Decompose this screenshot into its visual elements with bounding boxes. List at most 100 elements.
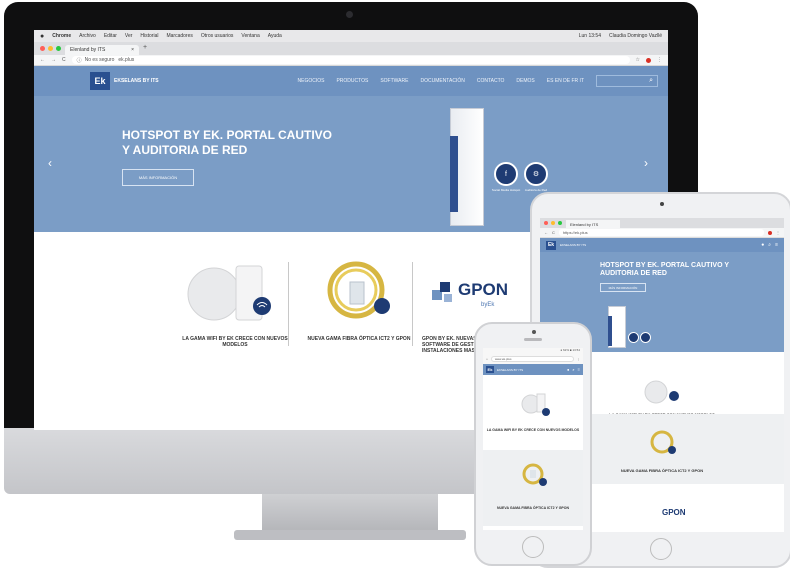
new-tab-icon[interactable]: + xyxy=(143,44,147,55)
address-bar[interactable]: www.ek.plus xyxy=(490,356,574,362)
site-brand[interactable]: EKSELANS BY ITS xyxy=(560,243,586,247)
url-text: ek.plus xyxy=(118,57,135,63)
home-button[interactable] xyxy=(650,538,672,560)
product-caption[interactable]: LA GAMA WIFI BY EK CRECE CON NUEVOS MODE… xyxy=(483,428,583,432)
profile-icon[interactable] xyxy=(768,230,772,235)
camera-icon xyxy=(532,330,536,334)
window-controls xyxy=(544,218,562,228)
next-slide-button[interactable]: › xyxy=(644,156,648,170)
nav-negocios[interactable]: NEGOCIOS xyxy=(298,78,325,84)
mockup-stage: ● Chrome Archivo Editar Ver Historial Ma… xyxy=(0,0,790,568)
hamburger-menu-icon[interactable]: ≡ xyxy=(775,242,778,248)
menu-item[interactable]: Ver xyxy=(125,33,133,39)
more-info-button[interactable]: MÁS INFORMACIÓN xyxy=(600,283,646,292)
product-caption[interactable]: NUEVA GAMA FIBRA ÓPTICA ICT2 Y GPON xyxy=(483,506,583,510)
zoom-window-button[interactable] xyxy=(558,221,562,225)
nav-software[interactable]: SOFTWARE xyxy=(380,78,408,84)
menu-icon[interactable]: ⋮ xyxy=(776,230,780,235)
minimize-window-button[interactable] xyxy=(551,221,555,225)
reload-icon[interactable]: C xyxy=(62,57,66,63)
iphone: ● 62% ■ 13:54 ⌂ www.ek.plus ⋮ Ek EKSELAN… xyxy=(474,322,592,566)
home-button[interactable] xyxy=(522,536,544,558)
back-icon[interactable]: ← xyxy=(40,57,45,63)
close-window-button[interactable] xyxy=(40,46,45,51)
address-toolbar: ← → C ⓘ No es seguro ek.plus ☆ ⋮ xyxy=(34,55,668,66)
user-icon[interactable]: ● xyxy=(567,367,569,372)
menu-item[interactable]: Ayuda xyxy=(268,33,282,39)
site-header: Ek EKSELANS BY ITS ● ⌕ ≡ xyxy=(483,364,583,375)
gpon-sublogo: byEk xyxy=(481,302,495,308)
gpon-logo: GPON xyxy=(458,280,509,299)
profile-icon[interactable] xyxy=(646,57,651,63)
menu-item[interactable]: Ventana xyxy=(241,33,259,39)
nav-documentacion[interactable]: DOCUMENTACIÓN xyxy=(420,78,464,84)
search-icon: ⌕ xyxy=(649,77,653,84)
zoom-window-button[interactable] xyxy=(56,46,61,51)
search-icon[interactable]: ⌕ xyxy=(768,242,771,248)
apple-icon[interactable]: ● xyxy=(40,33,44,40)
prev-slide-button[interactable]: ‹ xyxy=(48,156,52,170)
reload-icon[interactable]: C xyxy=(552,230,555,235)
menu-item[interactable]: Historial xyxy=(140,33,158,39)
network-audit-icon xyxy=(640,332,651,343)
social-hotspot-icon xyxy=(628,332,639,343)
device-panel xyxy=(450,136,458,212)
star-icon[interactable]: ☆ xyxy=(636,57,640,63)
menubar-user[interactable]: Claudia Domingo Vazllé xyxy=(609,33,662,39)
site-header: Ek EKSELANS BY ITS NEGOCIOS PRODUCTOS SO… xyxy=(34,66,668,96)
badge-label: Social Media Hotspot xyxy=(491,188,521,192)
menu-icon[interactable]: ⋮ xyxy=(657,57,662,63)
menu-app[interactable]: Chrome xyxy=(52,33,71,39)
menu-icon[interactable]: ⋮ xyxy=(577,357,580,361)
mac-menubar: ● Chrome Archivo Editar Ver Historial Ma… xyxy=(34,30,668,42)
address-bar[interactable]: https://ek.plus xyxy=(558,229,764,236)
site-header: Ek EKSELANS BY ITS ● ⌕ ≡ xyxy=(540,238,784,252)
wifi-ap-image[interactable] xyxy=(184,262,274,322)
security-label: No es seguro xyxy=(84,57,115,63)
menu-item[interactable]: Otros usuarios xyxy=(201,33,234,39)
fiber-optic-image[interactable] xyxy=(648,428,678,458)
network-audit-icon: ⚙ xyxy=(524,162,548,186)
fiber-optic-image[interactable] xyxy=(326,256,396,326)
more-info-button[interactable]: MÁS INFORMACIÓN xyxy=(122,169,194,186)
imac-stand xyxy=(262,494,438,532)
info-icon: ⓘ xyxy=(76,57,82,64)
close-tab-icon[interactable]: × xyxy=(131,47,134,53)
site-logo[interactable]: Ek xyxy=(90,72,110,90)
divider xyxy=(288,262,289,346)
site-brand[interactable]: EKSELANS BY ITS xyxy=(114,78,159,84)
browser-tab[interactable]: Elenland by ITS × xyxy=(65,45,139,55)
product-caption[interactable]: NUEVA GAMA FIBRA ÓPTICA ICT2 Y GPON xyxy=(562,468,762,473)
site-logo[interactable]: Ek xyxy=(546,240,556,250)
user-icon[interactable]: ● xyxy=(761,242,764,248)
gpon-logo-icon xyxy=(432,282,452,302)
product-caption[interactable]: NUEVA GAMA FIBRA ÓPTICA ICT2 Y GPON xyxy=(304,336,414,342)
menu-item[interactable]: Editar xyxy=(104,33,117,39)
close-window-button[interactable] xyxy=(544,221,548,225)
wifi-ap-image[interactable] xyxy=(519,392,555,422)
menubar-clock[interactable]: Lun 13:54 xyxy=(579,33,601,39)
home-icon[interactable]: ⌂ xyxy=(486,357,488,361)
nav-demos[interactable]: DEMOS xyxy=(516,78,534,84)
search-icon[interactable]: ⌕ xyxy=(572,367,574,372)
address-toolbar: ⌂ www.ek.plus ⋮ xyxy=(483,354,583,364)
browser-tab[interactable]: Elenland by ITS xyxy=(566,220,620,228)
menu-item[interactable]: Marcadores xyxy=(166,33,192,39)
nav-productos[interactable]: PRODUCTOS xyxy=(336,78,368,84)
menu-item[interactable]: Archivo xyxy=(79,33,96,39)
forward-icon[interactable]: → xyxy=(51,57,56,63)
address-bar[interactable]: ⓘ No es seguro ek.plus xyxy=(71,56,630,64)
minimize-window-button[interactable] xyxy=(48,46,53,51)
wifi-ap-image[interactable] xyxy=(640,378,684,404)
site-logo[interactable]: Ek xyxy=(486,366,494,373)
search-input[interactable]: ⌕ xyxy=(596,75,658,87)
site-brand[interactable]: EKSELANS BY ITS xyxy=(497,368,523,372)
hamburger-menu-icon[interactable]: ≡ xyxy=(578,367,580,372)
product-caption[interactable]: LA GAMA WIFI BY EK CRECE CON NUEVOS MODE… xyxy=(180,336,290,348)
imac-foot xyxy=(234,530,466,540)
fiber-optic-image[interactable] xyxy=(521,460,551,490)
back-icon[interactable]: ← xyxy=(544,230,548,235)
hero-title: HOTSPOT BY EK. PORTAL CAUTIVO Y AUDITORI… xyxy=(600,262,729,277)
language-selector[interactable]: ES EN DE FR IT xyxy=(547,78,584,84)
nav-contacto[interactable]: CONTACTO xyxy=(477,78,505,84)
